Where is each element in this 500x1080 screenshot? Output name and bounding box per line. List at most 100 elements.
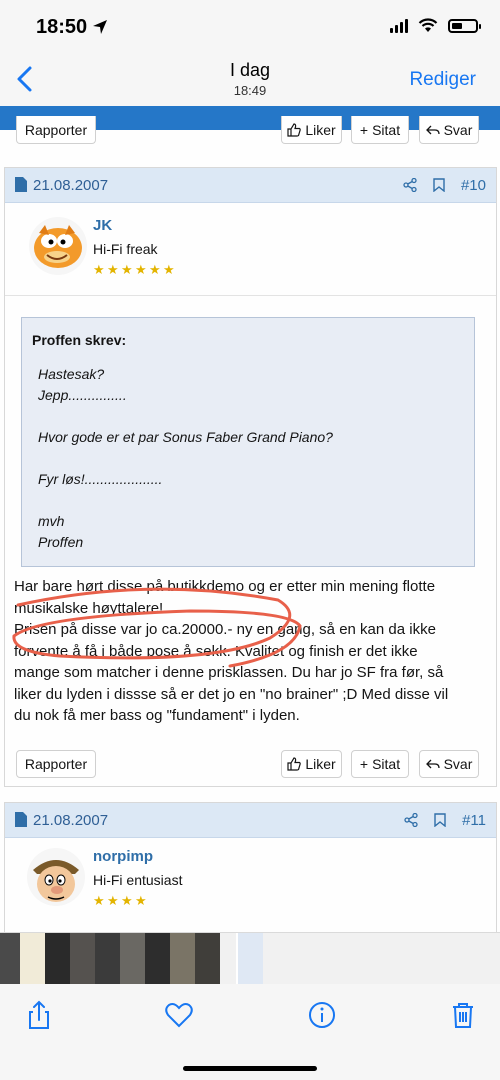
quote-author: Proffen skrev:	[32, 332, 127, 348]
user-info: JK Hi-Fi freak ★ ★ ★ ★ ★ ★	[5, 203, 496, 296]
post-11: 21.08.2007 #11 norpimp Hi-Fi entusiast ★…	[4, 802, 497, 932]
reply-icon	[425, 125, 440, 134]
thumbs-up-icon	[287, 122, 302, 137]
thumbnail[interactable]	[195, 933, 220, 985]
post-line: liker du lyden i dissse så er det jo en …	[14, 685, 449, 703]
report-button[interactable]: Rapporter	[16, 750, 96, 778]
like-button[interactable]: Liker	[281, 750, 342, 778]
status-time: 18:50	[36, 16, 88, 38]
thumbnail[interactable]	[70, 933, 95, 985]
reply-button[interactable]: Svar	[419, 750, 479, 778]
home-indicator	[183, 1066, 317, 1071]
reply-label: Svar	[443, 756, 473, 772]
post-line: musikalske høyttalere!	[14, 599, 164, 617]
thumbnail[interactable]	[120, 933, 145, 985]
plus-icon: +	[359, 121, 369, 138]
bookmark-icon[interactable]	[433, 178, 445, 192]
battery-icon	[448, 18, 481, 33]
post-date: 21.08.2007	[33, 811, 109, 829]
post-line: forvente å få i både pose å sekk. Kvalit…	[14, 642, 418, 660]
quote-button[interactable]: + Sitat	[351, 116, 409, 144]
report-button[interactable]: Rapporter	[16, 116, 96, 144]
quote-label: Sitat	[372, 756, 401, 772]
post-header: 21.08.2007 #10	[5, 168, 496, 203]
post-number[interactable]: #10	[461, 177, 486, 194]
post-line: mange som matcher i denne prisklassen. D…	[14, 664, 444, 681]
post-body: Har bare hørt disse på butikkdemo og er …	[14, 576, 484, 727]
user-rating: ★ ★ ★ ★	[93, 894, 148, 907]
star-icon: ★	[107, 262, 119, 277]
edit-button[interactable]: Rediger	[409, 69, 476, 91]
star-icon: ★	[163, 262, 175, 277]
user-title: Hi-Fi entusiast	[93, 872, 183, 888]
user-rating: ★ ★ ★ ★ ★ ★	[93, 263, 176, 276]
trash-icon[interactable]	[448, 1000, 478, 1030]
cartoon-avatar-icon	[27, 848, 85, 906]
reply-button[interactable]: Svar	[419, 116, 479, 144]
quote-line: Jepp...............	[38, 387, 127, 403]
star-icon: ★	[93, 262, 105, 277]
thumbnail-strip	[0, 932, 500, 985]
report-label: Rapporter	[24, 756, 88, 772]
avatar[interactable]	[27, 848, 85, 906]
like-button[interactable]: Liker	[281, 116, 342, 144]
star-icon: ★	[121, 893, 133, 908]
nav-bar: I dag 18:49 Rediger	[0, 54, 500, 106]
thumbs-up-icon	[287, 757, 302, 771]
quote-line: Hvor gode er et par Sonus Faber Grand Pi…	[38, 429, 333, 445]
user-title: Hi-Fi freak	[93, 241, 158, 257]
star-icon: ★	[135, 893, 147, 908]
like-label: Liker	[305, 121, 336, 138]
share-icon[interactable]	[403, 178, 417, 192]
quote-line: mvh	[38, 513, 65, 529]
reply-icon	[425, 759, 440, 769]
username[interactable]: JK	[93, 217, 112, 234]
share-icon[interactable]	[24, 1000, 54, 1030]
avatar[interactable]	[29, 217, 87, 275]
wifi-icon	[418, 18, 438, 32]
document-icon	[15, 177, 27, 192]
quote-line: Fyr løs!....................	[38, 471, 163, 487]
thumbnail[interactable]	[170, 933, 195, 985]
previous-post-actions: Rapporter Liker + Sitat Svar	[0, 116, 500, 146]
quote-button[interactable]: + Sitat	[351, 750, 409, 778]
photo-viewer: Rapporter Liker + Sitat Svar 21.08.2007 …	[0, 106, 500, 932]
post-header: 21.08.2007 #11	[5, 803, 496, 838]
post-line: Prisen på disse var jo ca.20000.- ny en …	[14, 621, 436, 638]
quote-label: Sitat	[372, 121, 401, 138]
post-line: du nok få mer bass og "fundament" i lyde…	[14, 707, 300, 724]
thumbnail[interactable]	[95, 933, 120, 985]
like-label: Liker	[305, 756, 336, 772]
info-icon[interactable]	[307, 1000, 337, 1030]
star-icon: ★	[135, 262, 147, 277]
quote-body: Hastesak? Jepp............... Hvor gode e…	[38, 364, 333, 574]
post-number[interactable]: #11	[462, 812, 486, 829]
garfield-avatar-icon	[29, 217, 87, 275]
thumbnail[interactable]	[145, 933, 170, 985]
star-icon: ★	[149, 262, 161, 277]
reply-label: Svar	[443, 121, 473, 138]
plus-icon: +	[359, 756, 369, 772]
user-info: norpimp Hi-Fi entusiast ★ ★ ★ ★	[5, 838, 496, 930]
thumbnail[interactable]	[45, 933, 70, 985]
star-icon: ★	[93, 893, 105, 908]
username[interactable]: norpimp	[93, 848, 153, 865]
thumbnail-current[interactable]	[236, 933, 263, 985]
thumbnail[interactable]	[20, 933, 45, 985]
document-icon	[15, 812, 27, 827]
post-actions: Rapporter Liker + Sitat Svar	[0, 750, 500, 780]
quote-line: Proffen	[38, 534, 84, 550]
report-label: Rapporter	[24, 121, 88, 138]
quote-block: Proffen skrev: Hastesak? Jepp............…	[21, 317, 475, 567]
post-date: 21.08.2007	[33, 176, 109, 194]
heart-icon[interactable]	[164, 1000, 194, 1030]
status-bar: 18:50	[0, 0, 500, 54]
location-arrow-icon	[93, 20, 107, 34]
quote-line: Hastesak?	[38, 366, 105, 382]
star-icon: ★	[121, 262, 133, 277]
bookmark-icon[interactable]	[434, 813, 446, 827]
share-icon[interactable]	[404, 813, 418, 827]
star-icon: ★	[107, 893, 119, 908]
post-line: Har bare hørt disse på butikkdemo og er …	[14, 578, 436, 595]
signal-icon	[390, 18, 408, 33]
